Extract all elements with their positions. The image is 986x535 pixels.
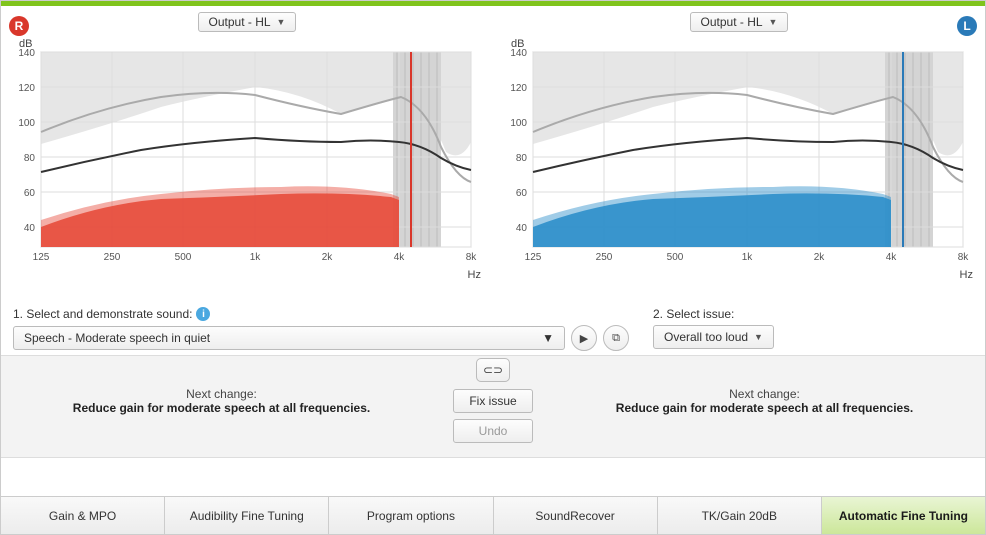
svg-text:120: 120 — [510, 83, 527, 94]
link-ears-toggle[interactable]: ⊂⊃ — [476, 358, 510, 382]
play-icon: ▶ — [580, 332, 588, 345]
svg-text:2k: 2k — [814, 252, 826, 263]
svg-text:80: 80 — [24, 153, 36, 164]
svg-text:40: 40 — [516, 223, 528, 234]
next-change-desc-l: Reduce gain for moderate speech at all f… — [556, 401, 973, 415]
output-view-dropdown-r-label: Output - HL — [209, 15, 271, 29]
chart-panel-right-ear: Output - HL ▼ dB Hz — [1, 6, 493, 301]
bottom-tabs: Gain & MPO Audibility Fine Tuning Progra… — [1, 496, 985, 534]
next-change-title-l: Next change: — [556, 387, 973, 401]
issue-dropdown[interactable]: Overall too loud ▼ — [653, 325, 774, 349]
chevron-down-icon: ▼ — [542, 331, 554, 345]
undo-button[interactable]: Undo — [453, 419, 533, 443]
next-change-desc-r: Reduce gain for moderate speech at all f… — [13, 401, 430, 415]
step2-label: 2. Select issue: — [653, 307, 734, 321]
step1-label: 1. Select and demonstrate sound: — [13, 307, 192, 321]
chevron-down-icon: ▼ — [754, 332, 763, 342]
next-change-right: Next change: Reduce gain for moderate sp… — [13, 387, 430, 415]
audiogram-chart-r: 140 120 100 80 60 40 125 250 500 1k 2k 4… — [41, 52, 471, 267]
svg-text:125: 125 — [525, 252, 542, 263]
svg-text:100: 100 — [510, 118, 527, 129]
chevron-down-icon: ▼ — [277, 17, 286, 27]
svg-text:4k: 4k — [886, 252, 898, 263]
output-view-dropdown-l[interactable]: Output - HL ▼ — [690, 12, 789, 32]
fix-issue-button[interactable]: Fix issue — [453, 389, 533, 413]
svg-text:250: 250 — [596, 252, 613, 263]
tab-automatic-fine-tuning[interactable]: Automatic Fine Tuning — [822, 497, 985, 534]
info-icon[interactable]: i — [196, 307, 210, 321]
link-icon: ⊂⊃ — [483, 363, 503, 377]
loop-button[interactable]: ⧉ — [603, 325, 629, 351]
sound-dropdown-value: Speech - Moderate speech in quiet — [24, 331, 210, 345]
svg-text:40: 40 — [24, 223, 36, 234]
svg-text:80: 80 — [516, 153, 528, 164]
svg-text:8k: 8k — [958, 252, 970, 263]
loop-icon: ⧉ — [612, 332, 620, 345]
svg-text:2k: 2k — [322, 252, 334, 263]
svg-text:60: 60 — [516, 188, 528, 199]
issue-dropdown-value: Overall too loud — [664, 330, 748, 344]
svg-text:1k: 1k — [742, 252, 754, 263]
svg-text:60: 60 — [24, 188, 36, 199]
tab-soundrecover[interactable]: SoundRecover — [494, 497, 658, 534]
x-axis-unit: Hz — [468, 269, 481, 281]
play-button[interactable]: ▶ — [571, 325, 597, 351]
svg-text:500: 500 — [667, 252, 684, 263]
svg-text:100: 100 — [18, 118, 35, 129]
sound-dropdown[interactable]: Speech - Moderate speech in quiet ▼ — [13, 326, 565, 350]
next-change-title-r: Next change: — [13, 387, 430, 401]
svg-text:8k: 8k — [466, 252, 478, 263]
svg-text:4k: 4k — [394, 252, 406, 263]
tab-gain-mpo[interactable]: Gain & MPO — [1, 497, 165, 534]
svg-text:140: 140 — [18, 48, 35, 59]
output-view-dropdown-r[interactable]: Output - HL ▼ — [198, 12, 297, 32]
x-axis-unit: Hz — [960, 269, 973, 281]
chart-panel-left-ear: Output - HL ▼ dB Hz — [493, 6, 985, 301]
svg-text:1k: 1k — [250, 252, 262, 263]
svg-text:140: 140 — [510, 48, 527, 59]
svg-text:500: 500 — [175, 252, 192, 263]
tab-program-options[interactable]: Program options — [329, 497, 493, 534]
tab-tk-gain-20db[interactable]: TK/Gain 20dB — [658, 497, 822, 534]
tab-audibility-fine-tuning[interactable]: Audibility Fine Tuning — [165, 497, 329, 534]
svg-text:120: 120 — [18, 83, 35, 94]
next-change-left: Next change: Reduce gain for moderate sp… — [556, 387, 973, 415]
output-view-dropdown-l-label: Output - HL — [701, 15, 763, 29]
chevron-down-icon: ▼ — [769, 17, 778, 27]
audiogram-chart-l: 140 120 100 80 60 40 125 250 500 1k 2k 4… — [533, 52, 963, 267]
svg-text:125: 125 — [33, 252, 50, 263]
svg-text:250: 250 — [104, 252, 121, 263]
